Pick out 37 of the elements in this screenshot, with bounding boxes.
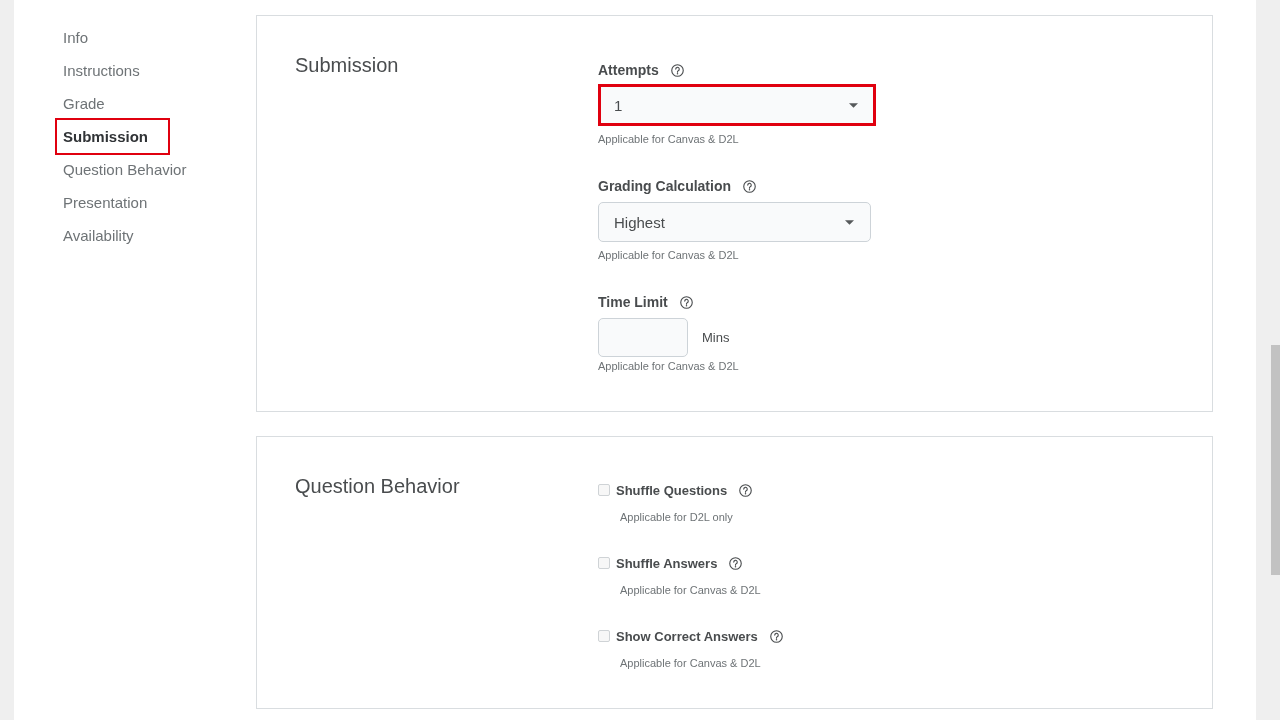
- scrollbar-thumb[interactable]: [1271, 345, 1280, 575]
- help-icon[interactable]: [679, 295, 693, 309]
- hint-text: Applicable for Canvas & D2L: [598, 359, 739, 373]
- checkbox[interactable]: [598, 557, 610, 569]
- dropdown[interactable]: 1: [598, 84, 876, 126]
- input-field[interactable]: [598, 318, 688, 357]
- sidebar-item[interactable]: Instructions: [55, 54, 162, 87]
- field-label: Attempts: [598, 62, 659, 78]
- field-label: Grading Calculation: [598, 178, 731, 194]
- section-title: Question Behavior: [295, 475, 460, 497]
- help-icon[interactable]: [743, 179, 756, 193]
- caret-icon: [845, 219, 854, 225]
- sidebar-item[interactable]: Presentation: [55, 186, 170, 219]
- hint-text: Applicable for Canvas & D2L: [620, 656, 761, 670]
- sidebar-item[interactable]: Availability: [55, 219, 156, 252]
- checkbox[interactable]: [598, 630, 610, 642]
- unit-label: Mins: [702, 330, 730, 345]
- caret-icon: [849, 102, 858, 108]
- sidebar-item[interactable]: Info: [55, 21, 111, 54]
- sidebar-item[interactable]: Submission: [55, 118, 170, 155]
- checkbox-label: Shuffle Answers: [616, 555, 718, 571]
- section-title: Submission: [295, 54, 399, 76]
- help-icon[interactable]: [739, 483, 753, 497]
- help-icon[interactable]: [729, 556, 743, 570]
- hint-text: Applicable for Canvas & D2L: [598, 132, 739, 146]
- hint-text: Applicable for Canvas & D2L: [598, 248, 739, 262]
- checkbox-label: Show Correct Answers: [616, 628, 758, 644]
- sidebar-item[interactable]: Grade: [55, 87, 127, 120]
- dropdown[interactable]: Highest: [598, 202, 871, 242]
- hint-text: Applicable for D2L only: [620, 510, 733, 524]
- sidebar-item[interactable]: Question Behavior: [55, 153, 209, 186]
- checkbox[interactable]: [598, 484, 610, 496]
- help-icon[interactable]: [670, 63, 684, 77]
- field-label: Time Limit: [598, 294, 668, 310]
- hint-text: Applicable for Canvas & D2L: [620, 583, 761, 597]
- help-icon[interactable]: [769, 629, 783, 643]
- checkbox-label: Shuffle Questions: [616, 482, 728, 498]
